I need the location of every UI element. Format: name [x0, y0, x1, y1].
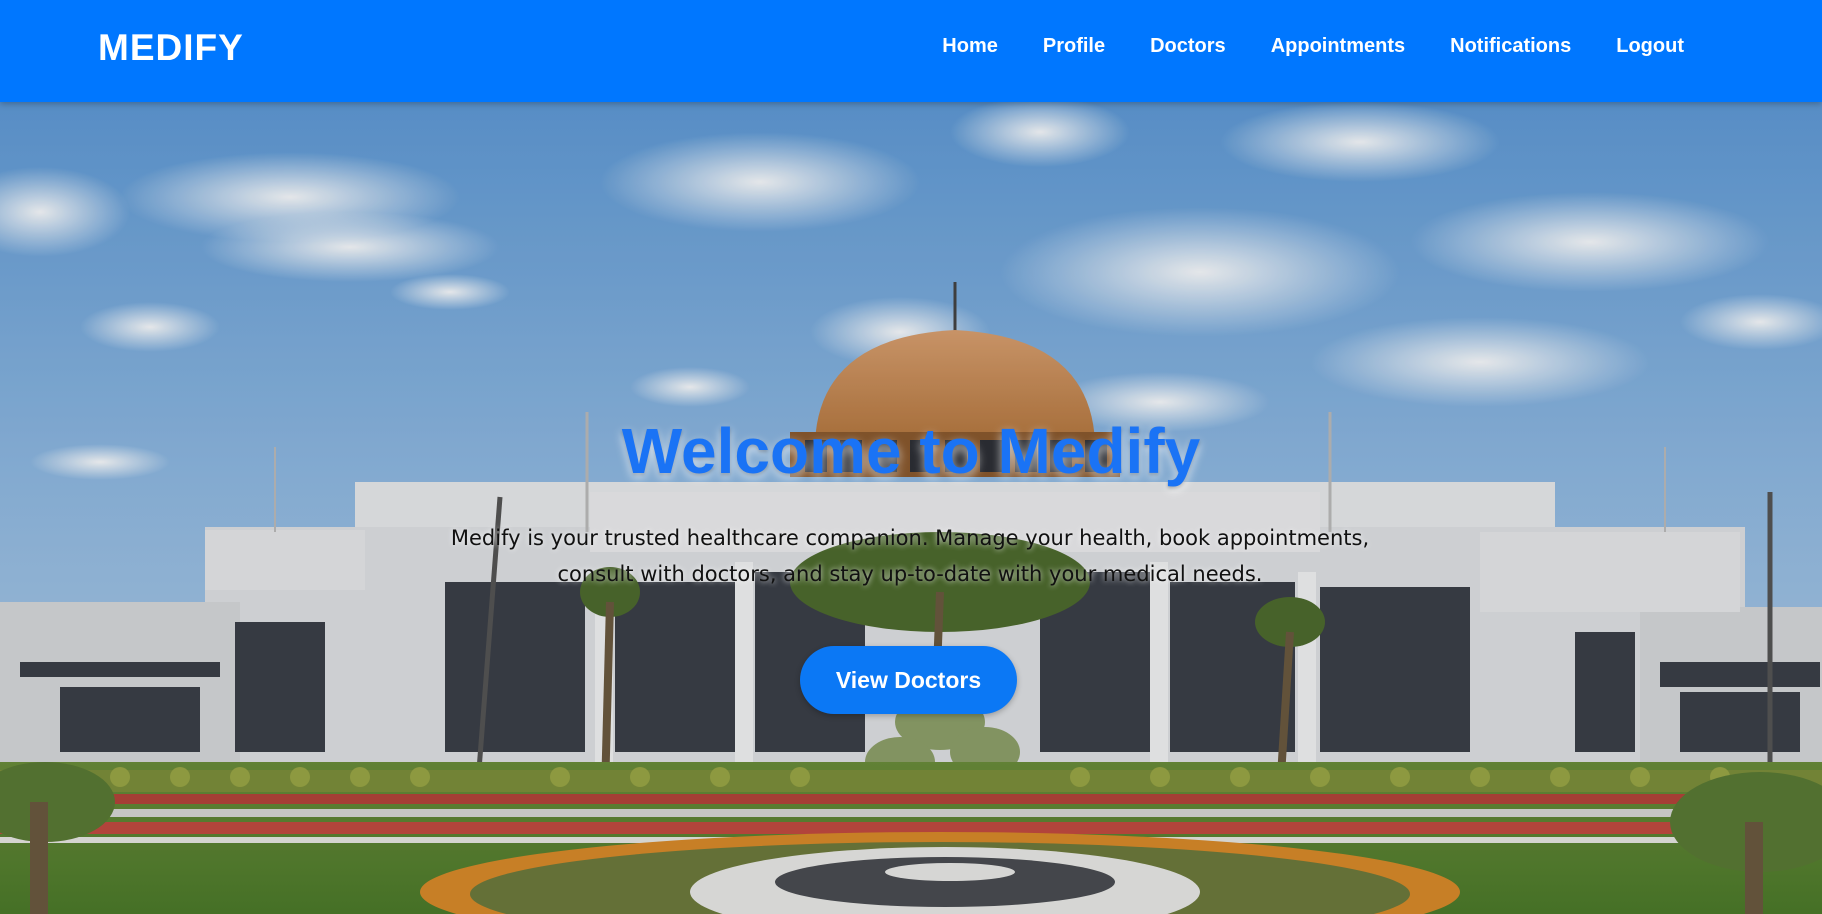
nav-appointments[interactable]: Appointments [1271, 35, 1405, 58]
nav-doctors[interactable]: Doctors [1150, 35, 1226, 58]
view-doctors-button[interactable]: View Doctors [800, 646, 1017, 714]
hero-background-image [0, 102, 1822, 914]
nav-profile[interactable]: Profile [1043, 35, 1105, 58]
hero-description: Medify is your trusted healthcare compan… [450, 526, 1370, 586]
brand-logo[interactable]: MEDIFY [98, 27, 244, 69]
navbar: MEDIFY Home Profile Doctors Appointments… [0, 0, 1822, 102]
nav-links: Home Profile Doctors Appointments Notifi… [897, 35, 1684, 58]
hero-title: Welcome to Medify [621, 415, 1201, 487]
nav-notifications[interactable]: Notifications [1450, 35, 1571, 58]
nav-logout[interactable]: Logout [1616, 35, 1684, 58]
hero-section: Welcome to Medify Medify is your trusted… [0, 102, 1822, 914]
nav-home[interactable]: Home [942, 35, 998, 58]
